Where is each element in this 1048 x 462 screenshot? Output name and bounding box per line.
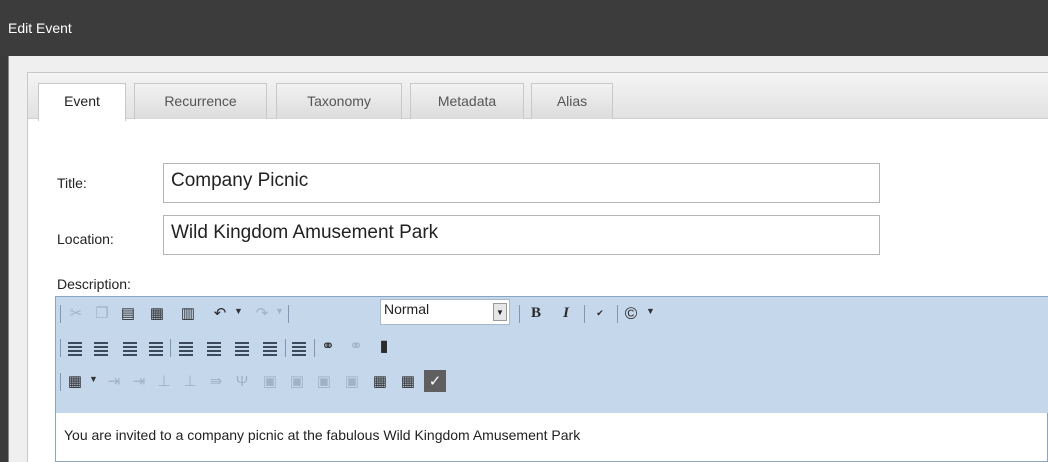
- toolbar-separator: [60, 339, 61, 357]
- insert-row-after-icon[interactable]: ⇥: [129, 371, 149, 391]
- toolbar-separator: [170, 339, 171, 357]
- tab-event[interactable]: Event: [38, 83, 126, 121]
- redo-dropdown-icon[interactable]: ▼: [275, 306, 284, 316]
- bold-icon[interactable]: B: [526, 303, 546, 323]
- chevron-down-icon[interactable]: ▼: [493, 303, 507, 321]
- toolbar-separator: [617, 305, 618, 323]
- toolbar-separator: [285, 339, 286, 357]
- location-label: Location:: [57, 231, 114, 247]
- template-icon[interactable]: ▮: [374, 337, 394, 357]
- toggle-borders-icon[interactable]: ✓: [424, 370, 446, 392]
- delete-row-icon[interactable]: ⇛: [206, 371, 226, 391]
- format-select-value: Normal: [384, 301, 430, 317]
- link-icon[interactable]: ⚭: [318, 337, 338, 357]
- paste-word-icon[interactable]: ▥: [178, 303, 198, 323]
- toolbar-row-2: ⚭ ⚭ ▮: [56, 331, 1048, 363]
- tab-metadata[interactable]: Metadata: [410, 83, 524, 119]
- toolbar-row-3: ▦ ▼ ⇥ ⇥ ⊥ ⊥ ⇛ Ψ ▣ ▣ ▣ ▣ ▦ ▦ ✓: [56, 365, 1048, 397]
- toolbar-row-1: ✂ ❐ ▤ ▦ ▥ ↶ ▼ ↷ ▼ Normal ▼ B I ✔ © ▼: [56, 297, 1048, 329]
- location-input[interactable]: Wild Kingdom Amusement Park: [163, 215, 880, 255]
- insert-column-after-icon[interactable]: ⊥: [180, 371, 200, 391]
- undo-dropdown-icon[interactable]: ▼: [234, 306, 243, 316]
- editor-toolbar: ✂ ❐ ▤ ▦ ▥ ↶ ▼ ↷ ▼ Normal ▼ B I ✔ © ▼ ⚭ ⚭…: [56, 297, 1048, 413]
- cut-icon[interactable]: ✂: [66, 303, 86, 323]
- toolbar-separator: [60, 305, 61, 323]
- italic-icon[interactable]: I: [556, 303, 576, 323]
- tab-recurrence[interactable]: Recurrence: [134, 83, 267, 119]
- delete-column-icon[interactable]: Ψ: [232, 371, 252, 391]
- tab-taxonomy[interactable]: Taxonomy: [276, 83, 402, 119]
- outdent-icon[interactable]: [120, 337, 140, 357]
- tab-bar: Event Recurrence Taxonomy Metadata Alias: [28, 73, 1048, 121]
- redo-icon[interactable]: ↷: [252, 303, 272, 323]
- toolbar-separator: [314, 339, 315, 357]
- format-select-wrapper: Normal ▼: [380, 297, 516, 329]
- rich-text-editor: ✂ ❐ ▤ ▦ ▥ ↶ ▼ ↷ ▼ Normal ▼ B I ✔ © ▼ ⚭ ⚭…: [55, 296, 1048, 462]
- indent-icon[interactable]: [146, 337, 166, 357]
- table-icon[interactable]: ▦: [65, 371, 85, 391]
- window-title: Edit Event: [0, 0, 1048, 56]
- insert-dropdown-icon[interactable]: ▼: [646, 306, 655, 316]
- align-right-icon[interactable]: [232, 337, 252, 357]
- toolbar-separator: [60, 373, 61, 391]
- tab-alias[interactable]: Alias: [531, 83, 613, 119]
- unordered-list-icon[interactable]: [91, 337, 111, 357]
- unlink-icon[interactable]: ⚭: [346, 337, 366, 357]
- justify-icon[interactable]: [260, 337, 280, 357]
- toolbar-separator: [519, 305, 520, 323]
- definition-list-icon[interactable]: [289, 337, 309, 357]
- table-dropdown-icon[interactable]: ▼: [89, 374, 98, 384]
- import-table-icon[interactable]: ▦: [398, 371, 418, 391]
- merge-cells-icon[interactable]: ▣: [260, 371, 280, 391]
- undo-icon[interactable]: ↶: [210, 303, 230, 323]
- align-left-icon[interactable]: [176, 337, 196, 357]
- format-select[interactable]: Normal ▼: [380, 299, 510, 325]
- title-input[interactable]: Company Picnic: [163, 163, 880, 203]
- toolbar-separator: [584, 305, 585, 323]
- paste-icon[interactable]: ▤: [118, 303, 138, 323]
- toolbar-separator: [288, 305, 289, 323]
- align-center-icon[interactable]: [204, 337, 224, 357]
- insert-row-before-icon[interactable]: ⇥: [104, 371, 124, 391]
- ordered-list-icon[interactable]: [65, 337, 85, 357]
- paste-text-icon[interactable]: ▦: [147, 303, 167, 323]
- title-label: Title:: [57, 175, 87, 191]
- spellcheck-icon[interactable]: ✔: [590, 303, 610, 323]
- copy-icon[interactable]: ❐: [92, 303, 112, 323]
- copyright-icon[interactable]: ©: [621, 303, 641, 323]
- cell-props-icon[interactable]: ▣: [314, 371, 334, 391]
- insert-column-before-icon[interactable]: ⊥: [154, 371, 174, 391]
- split-cell-icon[interactable]: ▣: [287, 371, 307, 391]
- description-label: Description:: [57, 276, 131, 292]
- row-props-icon[interactable]: ▣: [342, 371, 362, 391]
- table-props-icon[interactable]: ▦: [370, 371, 390, 391]
- editor-content[interactable]: You are invited to a company picnic at t…: [64, 427, 580, 443]
